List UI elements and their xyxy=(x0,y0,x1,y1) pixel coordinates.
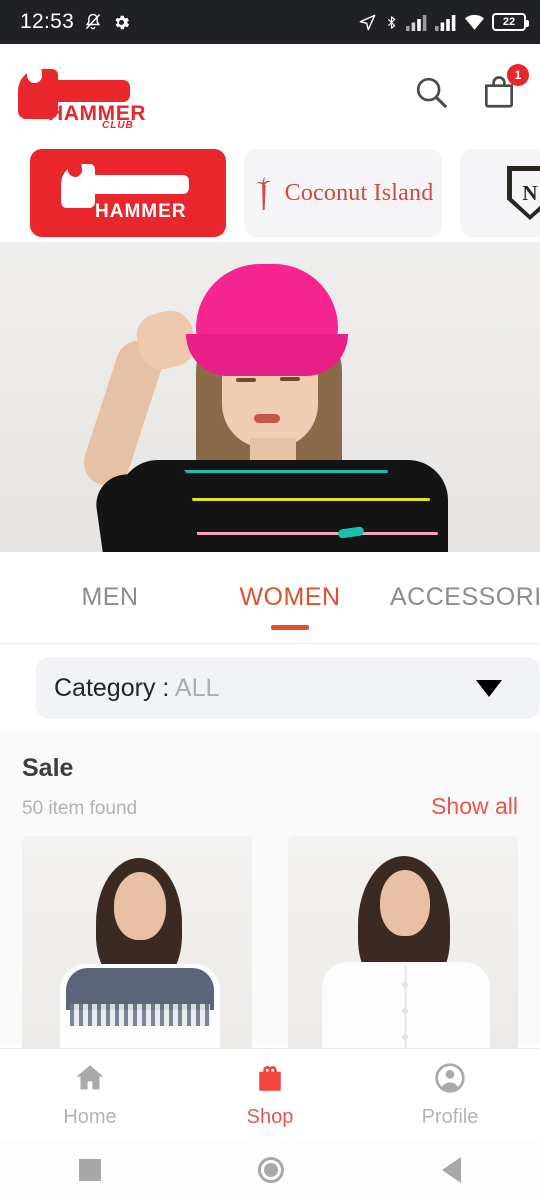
hero-pink-hat-brim xyxy=(186,334,348,376)
tab-label: ACCESSORI xyxy=(390,583,540,611)
signal-icon xyxy=(406,14,428,31)
status-bar-right: 22 xyxy=(358,13,529,32)
product-card[interactable] xyxy=(288,836,518,1066)
brand-chip-n[interactable]: N xyxy=(460,149,540,237)
app-bar: HAMMER CLUB 1 xyxy=(0,44,540,144)
brand-chip-label: HAMMER xyxy=(95,201,187,222)
category-tabs[interactable]: MEN WOMEN ACCESSORI xyxy=(0,552,540,644)
chevron-down-icon[interactable] xyxy=(476,679,502,697)
product-model-face xyxy=(114,872,166,940)
nav-label: Home xyxy=(63,1105,117,1128)
signal-icon xyxy=(435,14,457,31)
battery-level: 22 xyxy=(502,15,516,28)
hammer-logo-icon: HAMMER CLUB xyxy=(18,65,145,131)
app-screen: 12:53 22 HAMMER CLUB 1 HAMMER Coconut Is… xyxy=(0,0,540,1200)
cart-button[interactable]: 1 xyxy=(480,63,529,116)
tab-label: MEN xyxy=(81,583,139,611)
tab-women[interactable]: WOMEN xyxy=(200,552,380,643)
silent-bell-icon xyxy=(83,12,103,32)
sale-item-count: 50 item found xyxy=(22,798,138,819)
person-icon xyxy=(433,1061,467,1100)
home-button[interactable] xyxy=(258,1157,285,1183)
brand-chip-list[interactable]: HAMMER Coconut Island N xyxy=(0,144,540,242)
sale-title: Sale xyxy=(22,754,74,782)
brand-chip-label: N xyxy=(522,180,538,205)
wifi-icon xyxy=(464,14,485,31)
search-icon[interactable] xyxy=(412,73,450,116)
category-value: ALL xyxy=(174,673,220,702)
sale-subtitle-row: 50 item found Show all xyxy=(22,793,518,820)
nav-label: Profile xyxy=(421,1105,479,1128)
status-time: 12:53 xyxy=(20,10,75,33)
tab-men[interactable]: MEN xyxy=(20,552,200,643)
brand-chip-label: Coconut Island xyxy=(284,179,434,206)
hero-banner[interactable] xyxy=(0,242,540,552)
category-filter-row: Category : ALL xyxy=(0,644,540,732)
shopping-bag-icon xyxy=(480,75,518,115)
nav-label: Shop xyxy=(246,1105,294,1128)
hammer-brand-icon: HAMMER xyxy=(53,161,203,224)
product-blouse-lace xyxy=(70,1004,210,1026)
product-card[interactable] xyxy=(22,836,252,1066)
status-bar: 12:53 22 xyxy=(0,0,540,44)
hero-model-lips xyxy=(254,414,280,423)
nav-item-home[interactable]: Home xyxy=(0,1061,180,1129)
logo-sub: CLUB xyxy=(102,120,134,131)
recents-button[interactable] xyxy=(78,1159,101,1181)
tab-accessories[interactable]: ACCESSORI xyxy=(380,552,540,643)
shop-bag-icon xyxy=(253,1061,287,1100)
app-bar-actions: 1 xyxy=(412,63,529,116)
gear-icon xyxy=(112,13,131,32)
battery-icon: 22 xyxy=(492,13,529,31)
app-logo[interactable]: HAMMER CLUB xyxy=(18,65,145,131)
tab-label: WOMEN xyxy=(239,583,341,611)
product-grid xyxy=(22,836,518,1066)
category-prefix: Category : xyxy=(54,673,175,702)
sale-section: Sale 50 item found Show all xyxy=(0,732,540,1066)
palm-tree-icon xyxy=(253,176,275,210)
category-dropdown[interactable]: Category : ALL xyxy=(36,657,540,719)
android-system-nav[interactable] xyxy=(0,1140,540,1200)
back-button[interactable] xyxy=(442,1157,462,1183)
shield-n-icon: N xyxy=(507,166,540,220)
location-arrow-icon xyxy=(358,13,377,32)
bluetooth-icon xyxy=(384,13,399,32)
brand-chip-hammer[interactable]: HAMMER xyxy=(30,149,226,237)
category-dropdown-label: Category : ALL xyxy=(54,674,219,703)
show-all-link[interactable]: Show all xyxy=(431,793,518,820)
nav-item-profile[interactable]: Profile xyxy=(360,1061,540,1129)
nav-item-shop[interactable]: Shop xyxy=(180,1061,360,1129)
product-model-face xyxy=(380,870,430,936)
status-bar-left: 12:53 xyxy=(20,10,131,34)
cart-badge: 1 xyxy=(507,63,529,86)
bottom-navigation[interactable]: Home Shop Profile xyxy=(0,1048,540,1140)
home-icon xyxy=(73,1061,107,1100)
brand-chip-coconut-island[interactable]: Coconut Island xyxy=(244,149,442,237)
